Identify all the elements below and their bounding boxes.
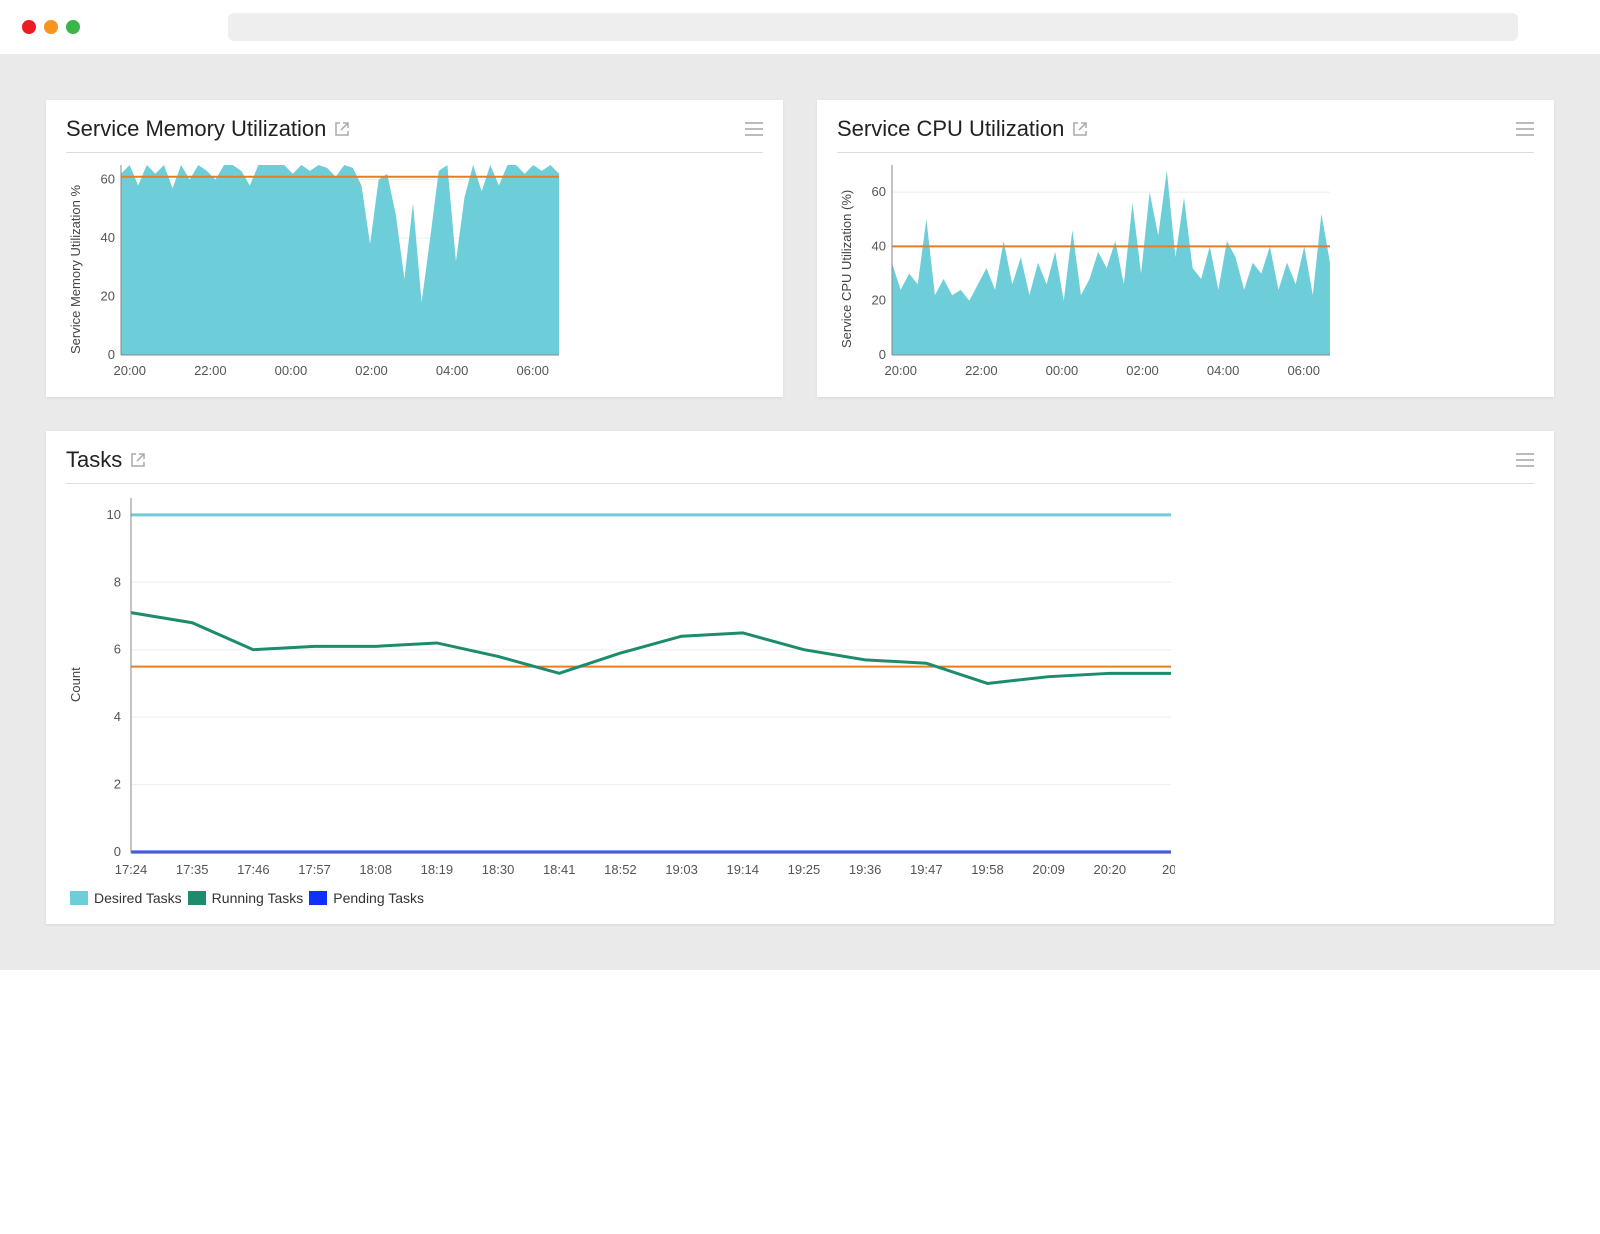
chart-body: 0 20 40 60 20:00 22:00 00:00 02:00 04:00 06:00 [856, 159, 1534, 379]
svg-text:19:25: 19:25 [788, 862, 821, 877]
panel-header: Service Memory Utilization [66, 116, 763, 153]
svg-text:22:00: 22:00 [194, 363, 227, 378]
svg-text:60: 60 [872, 184, 886, 199]
chart-wrap: Service CPU Utilization (%) 0 20 40 60 20:00… [837, 159, 1534, 379]
legend-label-pending: Pending Tasks [333, 890, 424, 906]
chart-body: 0 20 40 60 20:00 22:00 00:00 02:00 04:00 06:00 [85, 159, 763, 379]
svg-text:02:00: 02:00 [355, 363, 388, 378]
svg-text:18:30: 18:30 [482, 862, 515, 877]
svg-text:00:00: 00:00 [275, 363, 308, 378]
panel-title-text: Service CPU Utilization [837, 116, 1064, 142]
cpu-chart: 0 20 40 60 20:00 22:00 00:00 02:00 04:00 06:00 [856, 159, 1336, 379]
svg-text:20:09: 20:09 [1032, 862, 1065, 877]
legend-label-running: Running Tasks [212, 890, 304, 906]
close-window-dot[interactable] [22, 20, 36, 34]
tasks-chart: 0 2 4 6 8 10 17:24 17:35 17:46 17:57 18:08 18:19 18:… [85, 490, 1175, 880]
svg-text:19:14: 19:14 [726, 862, 759, 877]
svg-text:19:03: 19:03 [665, 862, 698, 877]
popout-icon[interactable] [130, 452, 146, 468]
svg-text:06:00: 06:00 [1287, 363, 1320, 378]
svg-text:6: 6 [114, 642, 121, 657]
svg-text:40: 40 [872, 238, 886, 253]
svg-text:17:57: 17:57 [298, 862, 331, 877]
panel-title-text: Tasks [66, 447, 122, 473]
panel-title: Service Memory Utilization [66, 116, 350, 142]
svg-text:18:52: 18:52 [604, 862, 637, 877]
svg-text:20:00: 20:00 [113, 363, 146, 378]
svg-text:10: 10 [107, 507, 121, 522]
minimize-window-dot[interactable] [44, 20, 58, 34]
svg-text:04:00: 04:00 [436, 363, 469, 378]
cpu-panel: Service CPU Utilization Service CPU Util… [817, 100, 1554, 397]
popout-icon[interactable] [334, 121, 350, 137]
svg-text:40: 40 [101, 230, 115, 245]
legend-swatch-desired [70, 891, 88, 905]
svg-text:60: 60 [101, 172, 115, 187]
svg-text:0: 0 [879, 347, 886, 362]
svg-text:0: 0 [108, 347, 115, 362]
svg-text:17:24: 17:24 [115, 862, 148, 877]
y-axis-label: Service Memory Utilization % [66, 159, 85, 379]
svg-text:19:58: 19:58 [971, 862, 1004, 877]
popout-icon[interactable] [1072, 121, 1088, 137]
svg-text:18:41: 18:41 [543, 862, 576, 877]
svg-text:04:00: 04:00 [1207, 363, 1240, 378]
chart-wrap: Count 0 2 4 6 8 10 17:24 17:35 17:46 17:57 18:08 18… [66, 490, 1534, 880]
svg-text:20: 20 [872, 293, 886, 308]
hamburger-icon[interactable] [745, 122, 763, 136]
svg-text:8: 8 [114, 574, 121, 589]
chart-body: 0 2 4 6 8 10 17:24 17:35 17:46 17:57 18:08 18:19 18:… [85, 490, 1534, 880]
svg-text:20:20: 20:20 [1094, 862, 1127, 877]
top-row: Service Memory Utilization Service Memor… [46, 100, 1554, 397]
svg-text:17:35: 17:35 [176, 862, 209, 877]
panel-title: Service CPU Utilization [837, 116, 1088, 142]
hamburger-icon[interactable] [1516, 122, 1534, 136]
svg-text:19:47: 19:47 [910, 862, 943, 877]
svg-text:4: 4 [114, 709, 121, 724]
memory-panel: Service Memory Utilization Service Memor… [46, 100, 783, 397]
legend-label-desired: Desired Tasks [94, 890, 182, 906]
legend: Desired Tasks Running Tasks Pending Task… [66, 890, 1534, 906]
svg-text:20: 20 [101, 289, 115, 304]
svg-text:06:00: 06:00 [516, 363, 549, 378]
address-bar[interactable] [228, 13, 1518, 41]
window-chrome [0, 0, 1600, 54]
svg-text:02:00: 02:00 [1126, 363, 1159, 378]
y-axis-label: Service CPU Utilization (%) [837, 159, 856, 379]
y-axis-label: Count [66, 490, 85, 880]
panel-title-text: Service Memory Utilization [66, 116, 326, 142]
svg-text:2: 2 [114, 777, 121, 792]
tasks-panel: Tasks Count 0 2 4 6 8 10 17:24 17:35 17:46 17:57 1… [46, 431, 1554, 924]
svg-text:19:36: 19:36 [849, 862, 882, 877]
panel-header: Service CPU Utilization [837, 116, 1534, 153]
panel-title: Tasks [66, 447, 146, 473]
svg-text:00:00: 00:00 [1046, 363, 1079, 378]
svg-text:20:00: 20:00 [884, 363, 917, 378]
memory-chart: 0 20 40 60 20:00 22:00 00:00 02:00 04:00 06:00 [85, 159, 565, 379]
svg-text:0: 0 [114, 844, 121, 859]
svg-text:17:46: 17:46 [237, 862, 270, 877]
maximize-window-dot[interactable] [66, 20, 80, 34]
svg-text:22:00: 22:00 [965, 363, 998, 378]
dashboard-page: Service Memory Utilization Service Memor… [0, 54, 1600, 970]
legend-swatch-running [188, 891, 206, 905]
panel-header: Tasks [66, 447, 1534, 484]
svg-text:18:08: 18:08 [359, 862, 392, 877]
legend-swatch-pending [309, 891, 327, 905]
hamburger-icon[interactable] [1516, 453, 1534, 467]
svg-text:18:19: 18:19 [421, 862, 454, 877]
chart-wrap: Service Memory Utilization % 0 20 40 60 20:0… [66, 159, 763, 379]
svg-text:20:: 20: [1162, 862, 1175, 877]
